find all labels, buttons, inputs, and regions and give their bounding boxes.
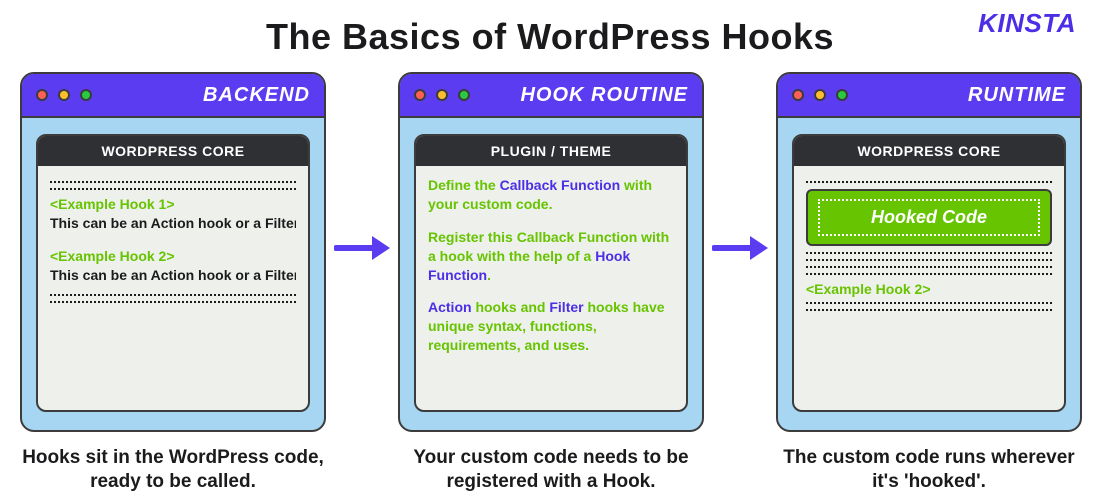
hooked-code-label: Hooked Code	[818, 199, 1040, 236]
define-callback-text: Define the Callback Function with your c…	[428, 176, 674, 214]
panel-title: WORDPRESS CORE	[38, 136, 308, 166]
arrow-right-icon	[334, 232, 390, 264]
panel-plugin-theme: PLUGIN / THEME Define the Callback Funct…	[414, 134, 688, 412]
hook1-description: This can be an Action hook or a Filter h…	[50, 214, 296, 232]
example-hook-1-label: <Example Hook 1>	[50, 196, 296, 212]
caption-backend: Hooks sit in the WordPress code, ready t…	[20, 446, 326, 494]
window-dot-yellow-icon	[814, 89, 826, 101]
window-dot-red-icon	[792, 89, 804, 101]
caption-runtime: The custom code runs wherever it's 'hook…	[776, 446, 1082, 494]
dotted-line	[806, 181, 1052, 183]
arrow-right-icon	[712, 232, 768, 264]
window-dot-green-icon	[80, 89, 92, 101]
titlebar-hook-routine: HOOK ROUTINE	[400, 74, 702, 118]
panel-wordpress-core-runtime: WORDPRESS CORE Hooked Code <Example Hook…	[792, 134, 1066, 412]
titlebar-runtime: RUNTIME	[778, 74, 1080, 118]
dotted-line	[50, 188, 296, 190]
page-title: The Basics of WordPress Hooks	[20, 16, 1080, 58]
window-dot-yellow-icon	[58, 89, 70, 101]
example-hook-2-label: <Example Hook 2>	[50, 248, 296, 264]
dotted-line	[806, 266, 1052, 268]
panel-title: WORDPRESS CORE	[794, 136, 1064, 166]
window-dot-green-icon	[836, 89, 848, 101]
dotted-line	[806, 273, 1052, 275]
panel-wordpress-core: WORDPRESS CORE <Example Hook 1> This can…	[36, 134, 310, 412]
register-callback-text: Register this Callback Function with a h…	[428, 228, 674, 285]
dotted-line	[806, 302, 1052, 304]
window-hook-routine: HOOK ROUTINE PLUGIN / THEME Define the C…	[398, 72, 704, 432]
window-runtime: RUNTIME WORDPRESS CORE Hooked Code <Exa	[776, 72, 1082, 432]
titlebar-backend: BACKEND	[22, 74, 324, 118]
action-filter-text: Action hooks and Filter hooks have uniqu…	[428, 298, 674, 355]
titlebar-label: HOOK ROUTINE	[520, 84, 688, 107]
diagram-row: BACKEND WORDPRESS CORE <Example Hook 1> …	[20, 72, 1080, 494]
example-hook-2-label: <Example Hook 2>	[806, 281, 1052, 297]
panel-title: PLUGIN / THEME	[416, 136, 686, 166]
dotted-line	[50, 301, 296, 303]
window-dot-red-icon	[36, 89, 48, 101]
window-dot-red-icon	[414, 89, 426, 101]
titlebar-label: RUNTIME	[968, 84, 1066, 107]
window-dot-yellow-icon	[436, 89, 448, 101]
caption-hook-routine: Your custom code needs to be registered …	[398, 446, 704, 494]
dotted-line	[806, 309, 1052, 311]
dotted-line	[50, 294, 296, 296]
window-backend: BACKEND WORDPRESS CORE <Example Hook 1> …	[20, 72, 326, 432]
dotted-line	[806, 259, 1052, 261]
window-dot-green-icon	[458, 89, 470, 101]
dotted-line	[806, 252, 1052, 254]
titlebar-label: BACKEND	[203, 84, 310, 107]
hook2-description: This can be an Action hook or a Filter h…	[50, 266, 296, 284]
brand-logo: KINSTA	[978, 8, 1076, 39]
hooked-code-ticket: Hooked Code	[806, 189, 1052, 246]
dotted-line	[50, 181, 296, 183]
